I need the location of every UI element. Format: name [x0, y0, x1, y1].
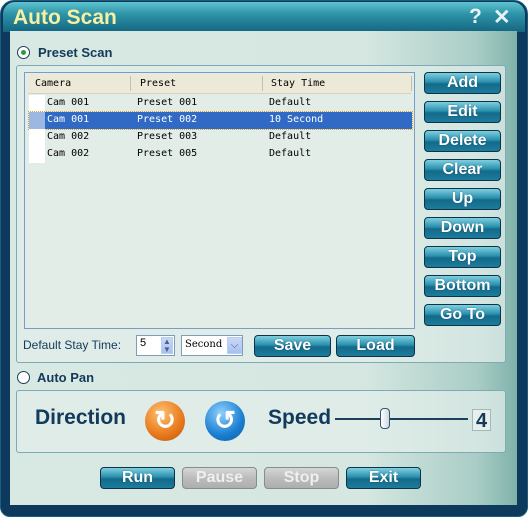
cell-stay-time: Default [269, 131, 312, 142]
pause-button[interactable]: Pause [182, 467, 257, 489]
chevron-down-icon[interactable]: ⌵ [227, 337, 242, 354]
cell-preset: Preset 001 [137, 97, 198, 108]
row-marker [29, 146, 45, 163]
column-header-preset[interactable]: Preset [140, 78, 176, 89]
exit-button[interactable]: Exit [346, 467, 421, 489]
column-header-stay-time[interactable]: Stay Time [271, 78, 325, 89]
direction-label: Direction [35, 406, 127, 429]
window-title: Auto Scan [13, 6, 117, 29]
preset-list[interactable]: Camera Preset Stay Time Cam 001 Preset 0… [24, 72, 415, 329]
auto-pan-label: Auto Pan [37, 370, 95, 385]
stay-time-value: 5 [140, 337, 147, 349]
speed-value: 4 [472, 409, 491, 432]
row-marker [29, 95, 45, 112]
help-button[interactable]: ? [469, 5, 482, 29]
rotate-clockwise-icon[interactable]: ↺ [205, 401, 245, 441]
stop-button[interactable]: Stop [264, 467, 339, 489]
preset-scan-radio[interactable] [17, 46, 30, 59]
cell-preset: Preset 002 [137, 114, 198, 125]
list-header: Camera Preset Stay Time [28, 74, 412, 94]
close-button[interactable]: ✕ [493, 5, 511, 30]
go-to-button[interactable]: Go To [424, 304, 501, 326]
delete-button[interactable]: Delete [424, 130, 501, 152]
run-button[interactable]: Run [100, 467, 175, 489]
speed-slider-thumb[interactable] [380, 408, 390, 429]
cell-camera: Cam 002 [47, 148, 90, 159]
spin-up-down-icon[interactable]: ▲ ▼ [161, 337, 173, 354]
cell-camera: Cam 002 [47, 131, 90, 142]
cell-camera: Cam 001 [47, 97, 90, 108]
row-marker [29, 112, 45, 129]
unit-value: Second [185, 339, 223, 350]
cell-stay-time: Default [269, 148, 312, 159]
cell-camera: Cam 001 [47, 114, 90, 125]
default-stay-time-label: Default Stay Time: [23, 338, 122, 352]
cell-stay-time: 10 Second [269, 114, 324, 125]
auto-pan-radio[interactable] [17, 371, 30, 384]
save-button[interactable]: Save [254, 335, 331, 357]
edit-button[interactable]: Edit [424, 101, 501, 123]
table-row[interactable]: Cam 002 Preset 003 Default [29, 129, 412, 146]
speed-slider-track[interactable] [335, 418, 468, 420]
rotate-counterclockwise-icon[interactable]: ↻ [145, 401, 185, 441]
bottom-button[interactable]: Bottom [424, 275, 501, 297]
cell-preset: Preset 005 [137, 148, 198, 159]
cell-stay-time: Default [269, 97, 312, 108]
speed-label: Speed [268, 406, 332, 429]
table-row[interactable]: Cam 001 Preset 002 10 Second [28, 111, 413, 130]
stay-time-unit-select[interactable]: Second ⌵ [181, 335, 243, 356]
top-button[interactable]: Top [424, 246, 501, 268]
default-stay-time-input[interactable]: 5 ▲ ▼ [136, 335, 175, 356]
up-button[interactable]: Up [424, 188, 501, 210]
row-marker [29, 129, 45, 146]
down-button[interactable]: Down [424, 217, 501, 239]
table-row[interactable]: Cam 001 Preset 001 Default [29, 95, 412, 112]
clear-button[interactable]: Clear [424, 159, 501, 181]
preset-scan-label: Preset Scan [38, 45, 113, 60]
add-button[interactable]: Add [424, 72, 501, 94]
cell-preset: Preset 003 [137, 131, 198, 142]
title-bar: Auto Scan ? ✕ [3, 2, 525, 32]
column-header-camera[interactable]: Camera [35, 78, 71, 89]
load-button[interactable]: Load [336, 335, 415, 357]
table-row[interactable]: Cam 002 Preset 005 Default [29, 146, 412, 163]
